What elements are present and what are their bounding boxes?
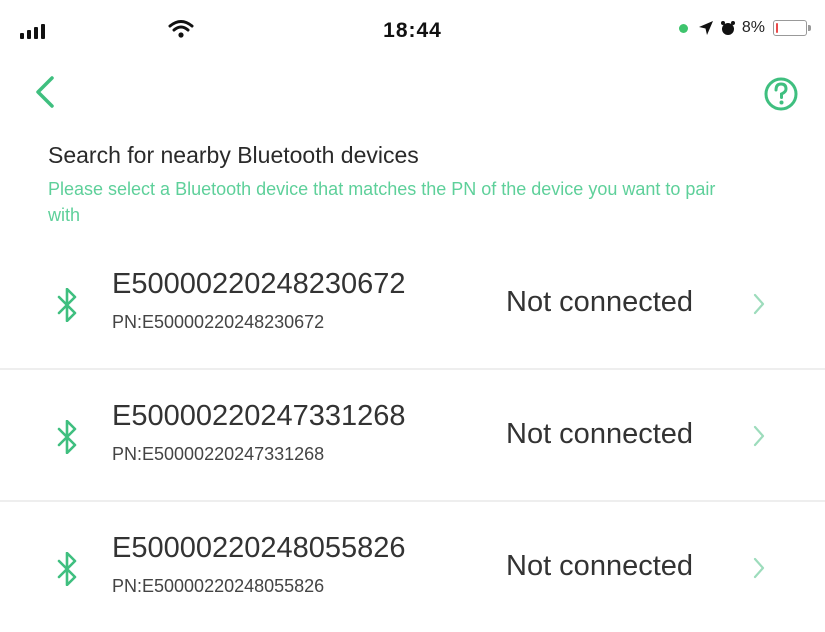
device-pn: PN:E50000220247331268 [112,444,325,464]
chevron-right-icon [753,557,765,579]
device-row[interactable]: E50000220248055826 PN:E50000220248055826… [0,502,825,632]
device-row[interactable]: E50000220247331268 PN:E50000220247331268… [0,370,825,502]
device-row[interactable]: E50000220248230672 PN:E50000220248230672… [0,238,825,370]
page-heading: Search for nearby Bluetooth devices [48,142,419,168]
navigation-bar [0,64,825,124]
chevron-left-icon [36,76,54,108]
status-right: 8% [678,19,811,37]
connection-status: Not connected [506,550,694,582]
bluetooth-icon [57,420,77,454]
device-pn: PN:E50000220248230672 [112,312,325,332]
device-name: E50000220247331268 [112,400,406,432]
connection-status: Not connected [506,418,694,450]
bluetooth-icon [57,288,77,322]
battery-level-fill [776,23,778,33]
battery-icon [773,20,811,36]
device-list: E50000220248230672 PN:E50000220248230672… [0,238,825,632]
status-bar: 18:44 8% [0,0,825,64]
bluetooth-icon [57,552,77,586]
question-circle-icon [764,77,798,111]
back-button[interactable] [26,70,70,114]
chevron-right-icon [753,425,765,447]
chevron-right-icon [753,293,765,315]
alarm-icon [720,21,735,35]
device-name: E50000220248055826 [112,532,406,564]
battery-percentage: 8% [741,19,765,36]
device-pn: PN:E50000220248055826 [112,576,325,596]
location-icon [698,21,713,35]
connection-status: Not connected [506,286,694,318]
active-indicator-dot [678,23,688,33]
pairing-instructions: Please select a Bluetooth device that ma… [48,179,716,225]
help-button[interactable] [759,72,803,116]
device-name: E50000220248230672 [112,268,406,300]
